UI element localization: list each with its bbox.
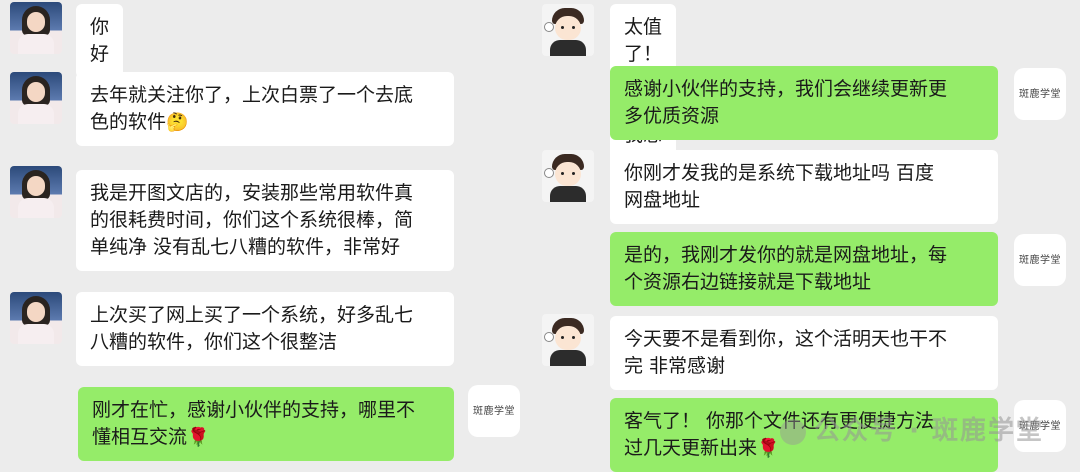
- wechat-official-account-icon: [780, 418, 807, 445]
- message-text: 刚才在忙，感谢小伙伴的支持，哪里不 懂相互交流: [92, 399, 416, 448]
- message-text: 我是开图文店的，安装那些常用软件真 的很耗费时间，你们这个系统很棒，简 单纯净 …: [90, 182, 414, 258]
- brand-avatar[interactable]: 斑鹿学堂: [468, 385, 520, 437]
- right-chat-panel: 太值了！ 东西正是我想要的🤝 感谢小伙伴的支持，我们会继续更新更 多优质资源 斑…: [528, 0, 1080, 472]
- message-text: 今天要不是看到你，这个活明天也干不 完 非常感谢: [624, 328, 948, 377]
- incoming-message-bubble[interactable]: 你好: [76, 4, 124, 78]
- brand-avatar-text: 斑鹿学堂: [1019, 255, 1061, 266]
- girl-avatar[interactable]: [10, 166, 62, 218]
- incoming-message-bubble[interactable]: 去年就关注你了，上次白票了一个去底 色的软件🤔: [76, 72, 454, 146]
- chat-screenshot: 你好 去年就关注你了，上次白票了一个去底 色的软件🤔 我是开图文店的，安装那些常…: [0, 0, 1080, 472]
- rose-emoji-icon: 🌹: [757, 438, 780, 459]
- message-text: 你好: [90, 16, 110, 65]
- boy-avatar[interactable]: [542, 150, 594, 202]
- incoming-message-bubble[interactable]: 我是开图文店的，安装那些常用软件真 的很耗费时间，你们这个系统很棒，简 单纯净 …: [76, 170, 454, 271]
- girl-avatar[interactable]: [10, 2, 62, 54]
- message-text: 去年就关注你了，上次白票了一个去底 色的软件: [90, 84, 414, 133]
- outgoing-message-bubble[interactable]: 是的，我刚才发你的就是网盘地址，每 个资源右边链接就是下载地址: [610, 232, 998, 306]
- outgoing-message-bubble[interactable]: 感谢小伙伴的支持，我们会继续更新更 多优质资源: [610, 66, 998, 140]
- brand-avatar-text: 斑鹿学堂: [473, 406, 515, 417]
- incoming-message-bubble[interactable]: 你刚才发我的是系统下载地址吗 百度 网盘地址: [610, 150, 998, 224]
- brand-avatar[interactable]: 斑鹿学堂: [1014, 234, 1066, 286]
- message-text: 感谢小伙伴的支持，我们会继续更新更 多优质资源: [624, 78, 948, 127]
- incoming-message-bubble[interactable]: 上次买了网上买了一个系统，好多乱七 八糟的软件，你们这个很整洁: [76, 292, 454, 366]
- boy-avatar[interactable]: [542, 4, 594, 56]
- girl-avatar[interactable]: [10, 72, 62, 124]
- brand-avatar[interactable]: 斑鹿学堂: [1014, 68, 1066, 120]
- boy-avatar[interactable]: [542, 314, 594, 366]
- watermark: 公众号 · 斑鹿学堂: [780, 410, 1044, 447]
- message-text: 你刚才发我的是系统下载地址吗 百度 网盘地址: [624, 162, 935, 211]
- message-text: 是的，我刚才发你的就是网盘地址，每 个资源右边链接就是下载地址: [624, 244, 948, 293]
- outgoing-message-bubble[interactable]: 刚才在忙，感谢小伙伴的支持，哪里不 懂相互交流🌹: [78, 387, 454, 461]
- thinking-emoji-icon: 🤔: [166, 112, 189, 133]
- incoming-message-bubble[interactable]: 今天要不是看到你，这个活明天也干不 完 非常感谢: [610, 316, 998, 390]
- rose-emoji-icon: 🌹: [187, 427, 210, 448]
- message-text: 上次买了网上买了一个系统，好多乱七 八糟的软件，你们这个很整洁: [90, 304, 414, 353]
- girl-avatar[interactable]: [10, 292, 62, 344]
- watermark-text: 公众号 · 斑鹿学堂: [814, 416, 1044, 446]
- brand-avatar-text: 斑鹿学堂: [1019, 89, 1061, 100]
- left-chat-panel: 你好 去年就关注你了，上次白票了一个去底 色的软件🤔 我是开图文店的，安装那些常…: [0, 0, 528, 471]
